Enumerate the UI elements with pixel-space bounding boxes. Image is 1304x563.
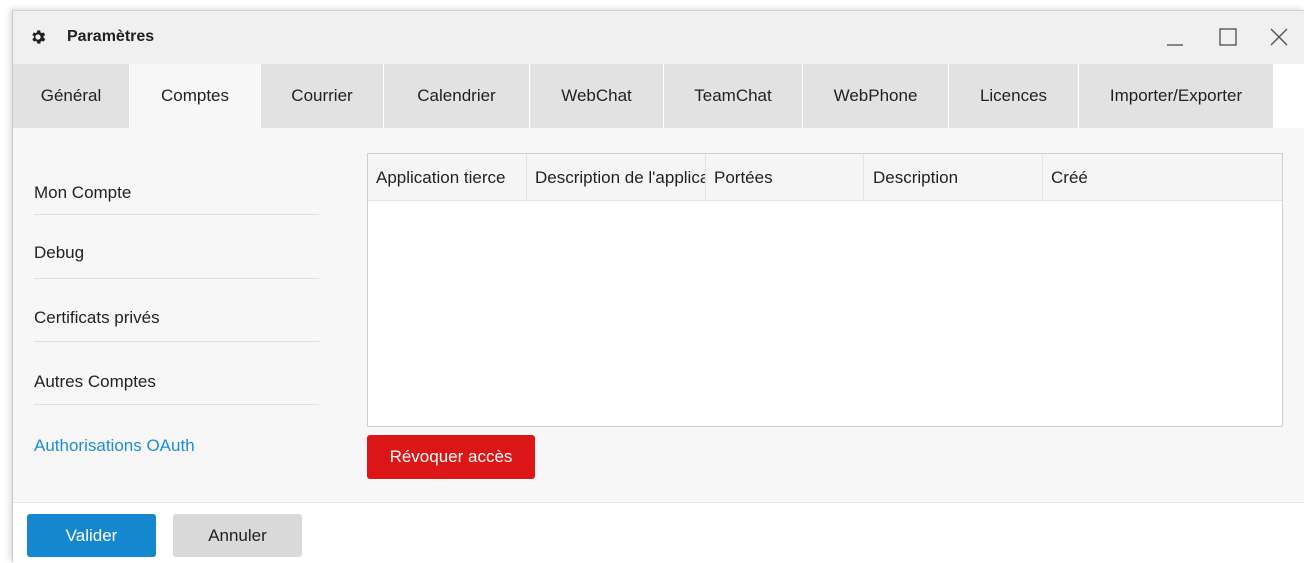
tab-general[interactable]: Général: [13, 64, 130, 128]
tab-calendrier[interactable]: Calendrier: [384, 64, 530, 128]
gear-icon: [32, 30, 46, 44]
sidebar-item-certificats-prives[interactable]: Certificats privés: [34, 308, 319, 328]
column-header-cree[interactable]: Créé: [1043, 154, 1282, 201]
tab-teamchat[interactable]: TeamChat: [664, 64, 803, 128]
column-header-description[interactable]: Description: [864, 154, 1043, 201]
settings-content: Mon Compte Debug Certificats privés Autr…: [13, 128, 1304, 502]
maximize-icon[interactable]: [1216, 25, 1240, 49]
sidebar-item-debug[interactable]: Debug: [34, 243, 319, 263]
tab-comptes[interactable]: Comptes: [130, 64, 261, 128]
grid-header: Application tierce Description de l'appl…: [368, 154, 1282, 201]
tab-courrier[interactable]: Courrier: [261, 64, 384, 128]
settings-window: Paramètres Général Comptes Courrier Cale…: [12, 10, 1304, 563]
sidebar-item-mon-compte[interactable]: Mon Compte: [34, 183, 319, 203]
tab-bar: Général Comptes Courrier Calendrier WebC…: [13, 64, 1304, 128]
close-icon[interactable]: [1267, 25, 1291, 49]
column-header-description-application[interactable]: Description de l'application: [527, 154, 706, 201]
tab-webphone[interactable]: WebPhone: [803, 64, 949, 128]
window-title: Paramètres: [67, 28, 155, 45]
oauth-grid: Application tierce Description de l'appl…: [367, 153, 1283, 427]
column-header-application-tierce[interactable]: Application tierce: [368, 154, 527, 201]
tab-webchat[interactable]: WebChat: [530, 64, 664, 128]
title-bar: Paramètres: [13, 11, 1304, 64]
revoke-access-button[interactable]: Révoquer accès: [367, 435, 535, 479]
tab-licences[interactable]: Licences: [949, 64, 1079, 128]
sidebar-divider: [34, 341, 319, 342]
dialog-footer: Valider Annuler: [13, 502, 1304, 563]
sidebar-item-autres-comptes[interactable]: Autres Comptes: [34, 372, 319, 392]
cancel-button[interactable]: Annuler: [173, 514, 302, 557]
sidebar-divider: [34, 278, 319, 279]
minimize-icon[interactable]: [1163, 25, 1187, 49]
sidebar-divider: [34, 214, 319, 215]
sidebar-divider: [34, 404, 319, 405]
validate-button[interactable]: Valider: [27, 514, 156, 557]
column-header-portees[interactable]: Portées: [706, 154, 864, 201]
tab-importer-exporter[interactable]: Importer/Exporter: [1079, 64, 1274, 128]
sidebar-item-authorisations-oauth[interactable]: Authorisations OAuth: [34, 436, 319, 456]
